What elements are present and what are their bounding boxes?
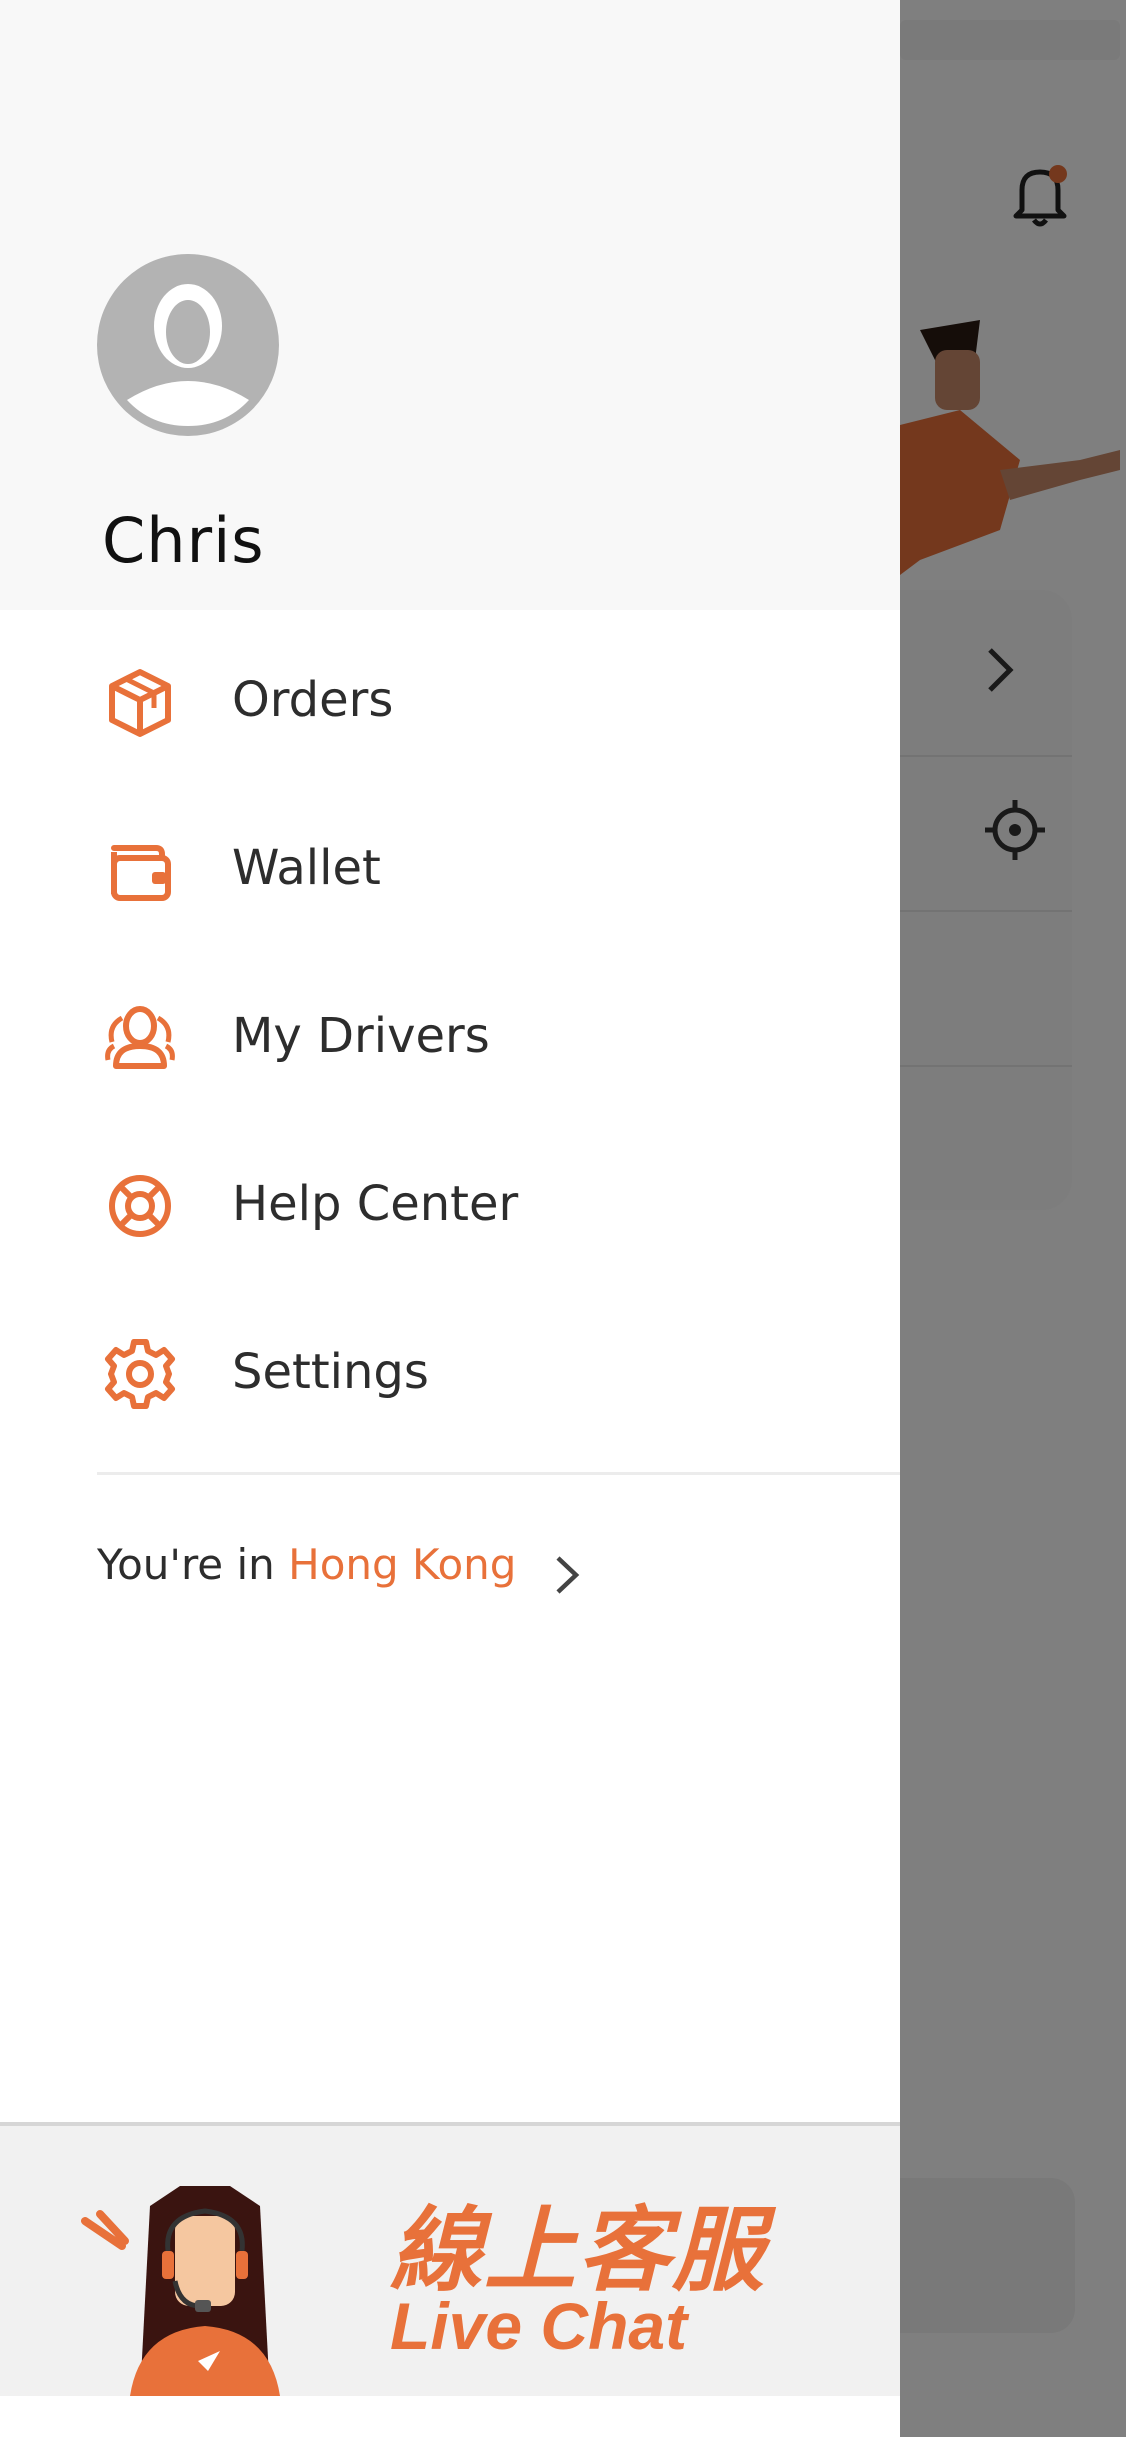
support-agent-icon [81,2186,280,2396]
chevron-right-icon [556,1556,580,1594]
package-icon [109,669,171,737]
menu-item-orders[interactable]: Orders [0,620,900,770]
menu-item-label: Orders [232,672,394,728]
menu-item-label: My Drivers [232,1008,490,1064]
live-chat-title-en: Live Chat [390,2289,688,2363]
menu-item-settings[interactable]: Settings [0,1292,900,1442]
menu-divider [97,1472,900,1475]
location-selector[interactable]: You're in Hong Kong [97,1540,617,1610]
drivers-icon [105,1006,175,1069]
location-prefix: You're in [97,1540,289,1589]
profile-header[interactable]: Chris [0,0,900,610]
menu-item-label: Help Center [232,1176,519,1232]
wallet-icon [111,845,171,901]
menu-item-label: Settings [232,1344,429,1400]
gear-icon [105,1339,175,1409]
menu-item-help-center[interactable]: Help Center [0,1124,900,1274]
menu-item-label: Wallet [232,840,381,896]
user-name: Chris [102,504,265,577]
menu-item-wallet[interactable]: Wallet [0,788,900,938]
avatar-icon [97,254,279,436]
live-chat-banner[interactable]: 線上客服 Live Chat [0,2122,900,2396]
lifebuoy-icon [109,1175,171,1237]
side-drawer: Chris Orders Wallet My Drivers Help Cent… [0,0,900,2437]
menu-item-my-drivers[interactable]: My Drivers [0,956,900,1106]
location-city: Hong Kong [288,1540,517,1589]
